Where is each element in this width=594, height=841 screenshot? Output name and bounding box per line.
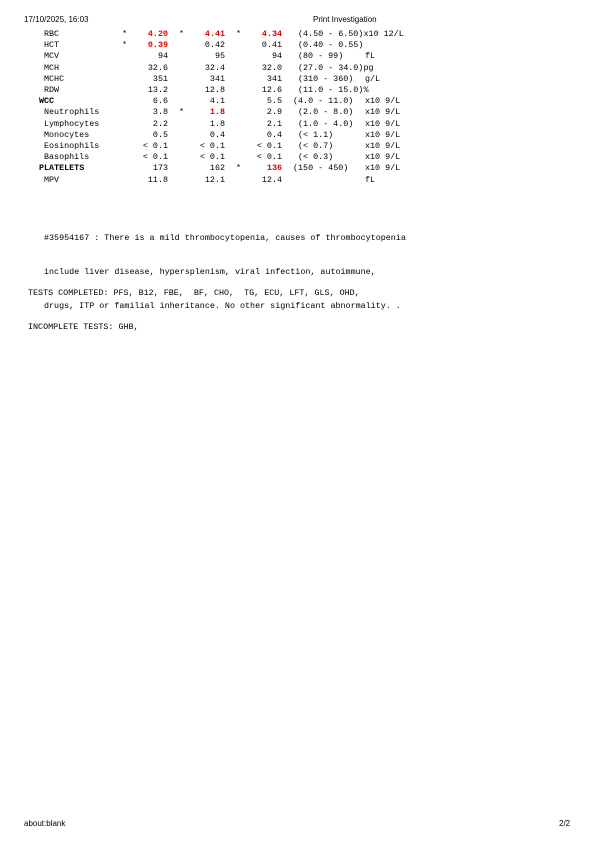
result-value: 12.4: [261, 174, 282, 185]
result-value: 0.4: [209, 129, 225, 140]
result-value: 341: [209, 73, 225, 84]
unit: x10 9/L: [365, 152, 401, 163]
reference-range: (80 - 99): [298, 51, 344, 62]
print-datetime: 17/10/2025, 16:03: [24, 15, 89, 24]
reference-range: (4.50 - 6.50): [298, 29, 364, 39]
test-name: Monocytes: [44, 129, 90, 140]
tests-incomplete: INCOMPLETE TESTS: GHB,: [28, 322, 139, 333]
tests-block: TESTS COMPLETED: PFS, B12, FBE, BF, CHO,…: [28, 266, 360, 344]
result-value: 173: [152, 163, 168, 174]
unit: fL: [365, 51, 376, 62]
result-value: 2.1: [266, 118, 282, 129]
result-value: < 0.1: [256, 152, 282, 163]
unit: x10 9/L: [365, 96, 401, 107]
unit: x10 9/L: [365, 129, 401, 140]
result-value: 2.9: [266, 107, 282, 118]
result-value: 136: [266, 163, 282, 174]
footer-url: about:blank: [24, 819, 66, 828]
result-value: 0.5: [152, 129, 168, 140]
test-name: Lymphocytes: [44, 118, 100, 129]
reference-range: (1.0 - 4.0): [298, 118, 354, 129]
page-number: 2/2: [559, 819, 571, 828]
result-value: 94: [271, 51, 282, 62]
result-value: < 0.1: [199, 152, 225, 163]
result-value: 162: [209, 163, 225, 174]
reference-range: (27.0 - 34.0): [298, 62, 364, 73]
result-value: 0.41: [261, 40, 282, 51]
result-value: 12.1: [204, 174, 225, 185]
unit: x10 9/L: [365, 107, 401, 118]
result-value: 1.8: [209, 107, 225, 118]
result-value: < 0.1: [199, 141, 225, 151]
result-value: 4.34: [261, 29, 282, 39]
result-value: 12.6: [261, 85, 282, 95]
reference-range: (4.0 - 11.0): [293, 96, 354, 107]
result-value: < 0.1: [142, 152, 168, 163]
unit: pg: [363, 62, 374, 73]
result-value: 6.6: [152, 96, 168, 107]
result-value: 12.8: [204, 85, 225, 95]
result-value: 1.8: [209, 118, 225, 129]
result-value: 11.8: [147, 174, 168, 185]
result-value: 0.42: [204, 40, 225, 51]
result-value: 351: [152, 73, 168, 84]
result-value: 0.4: [266, 129, 282, 140]
result-value: 32.4: [204, 62, 225, 73]
result-value: 95: [214, 51, 225, 62]
test-name: HCT: [44, 40, 60, 51]
reference-range: (150 - 450): [293, 163, 349, 174]
result-value: 32.6: [147, 62, 168, 73]
tests-completed: TESTS COMPLETED: PFS, B12, FBE, BF, CHO,…: [28, 288, 360, 299]
abnormal-flag: *: [122, 40, 128, 51]
comment-line: #35954167 : There is a mild thrombocytop…: [44, 233, 406, 244]
abnormal-flag: *: [179, 107, 185, 118]
result-value: 94: [157, 51, 168, 62]
result-value: 32.0: [261, 62, 282, 73]
test-name: WCC: [39, 96, 55, 107]
result-value: 4.1: [209, 96, 225, 107]
page-title: Print Investigation: [313, 15, 377, 24]
reference-range: (11.0 - 15.0): [298, 85, 364, 95]
unit: x10 12/L: [363, 29, 404, 39]
test-name: MCHC: [44, 73, 65, 84]
abnormal-flag: *: [122, 29, 128, 39]
abnormal-flag: *: [236, 163, 242, 174]
reference-range: (< 0.3): [298, 152, 334, 163]
unit: x10 9/L: [365, 163, 401, 174]
result-value: 2.2: [152, 118, 168, 129]
result-value: < 0.1: [142, 141, 168, 151]
result-value: 341: [266, 73, 282, 84]
unit: g/L: [365, 73, 381, 84]
reference-range: (0.40 - 0.55): [298, 40, 364, 51]
abnormal-flag: *: [179, 29, 185, 39]
unit: x10 9/L: [365, 118, 401, 129]
reference-range: (< 0.7): [298, 141, 334, 151]
test-name: Neutrophils: [44, 107, 100, 118]
result-value: 4.20: [147, 29, 168, 39]
abnormal-flag: *: [236, 29, 242, 39]
test-name: MCH: [44, 62, 60, 73]
test-name: Basophils: [44, 152, 90, 163]
test-name: Eosinophils: [44, 141, 100, 151]
test-name: MCV: [44, 51, 60, 62]
test-name: RDW: [44, 85, 60, 95]
result-value: 13.2: [147, 85, 168, 95]
result-value: < 0.1: [256, 141, 282, 151]
result-value: 0.39: [147, 40, 168, 51]
reference-range: (< 1.1): [298, 129, 334, 140]
result-value: 4.41: [204, 29, 225, 39]
test-name: RBC: [44, 29, 60, 39]
reference-range: (2.0 - 8.0): [298, 107, 354, 118]
reference-range: (310 - 360): [298, 73, 354, 84]
result-value: 5.5: [266, 96, 282, 107]
result-value: 3.8: [152, 107, 168, 118]
unit: x10 9/L: [365, 141, 401, 151]
test-name: MPV: [44, 174, 60, 185]
test-name: PLATELETS: [39, 163, 85, 174]
unit: %: [363, 85, 369, 95]
results-table: RBC * 4.20 * 4.41 * 4.34 (4.50 - 6.50) x10 12/L H…: [0, 29, 594, 189]
unit: fL: [365, 174, 376, 185]
